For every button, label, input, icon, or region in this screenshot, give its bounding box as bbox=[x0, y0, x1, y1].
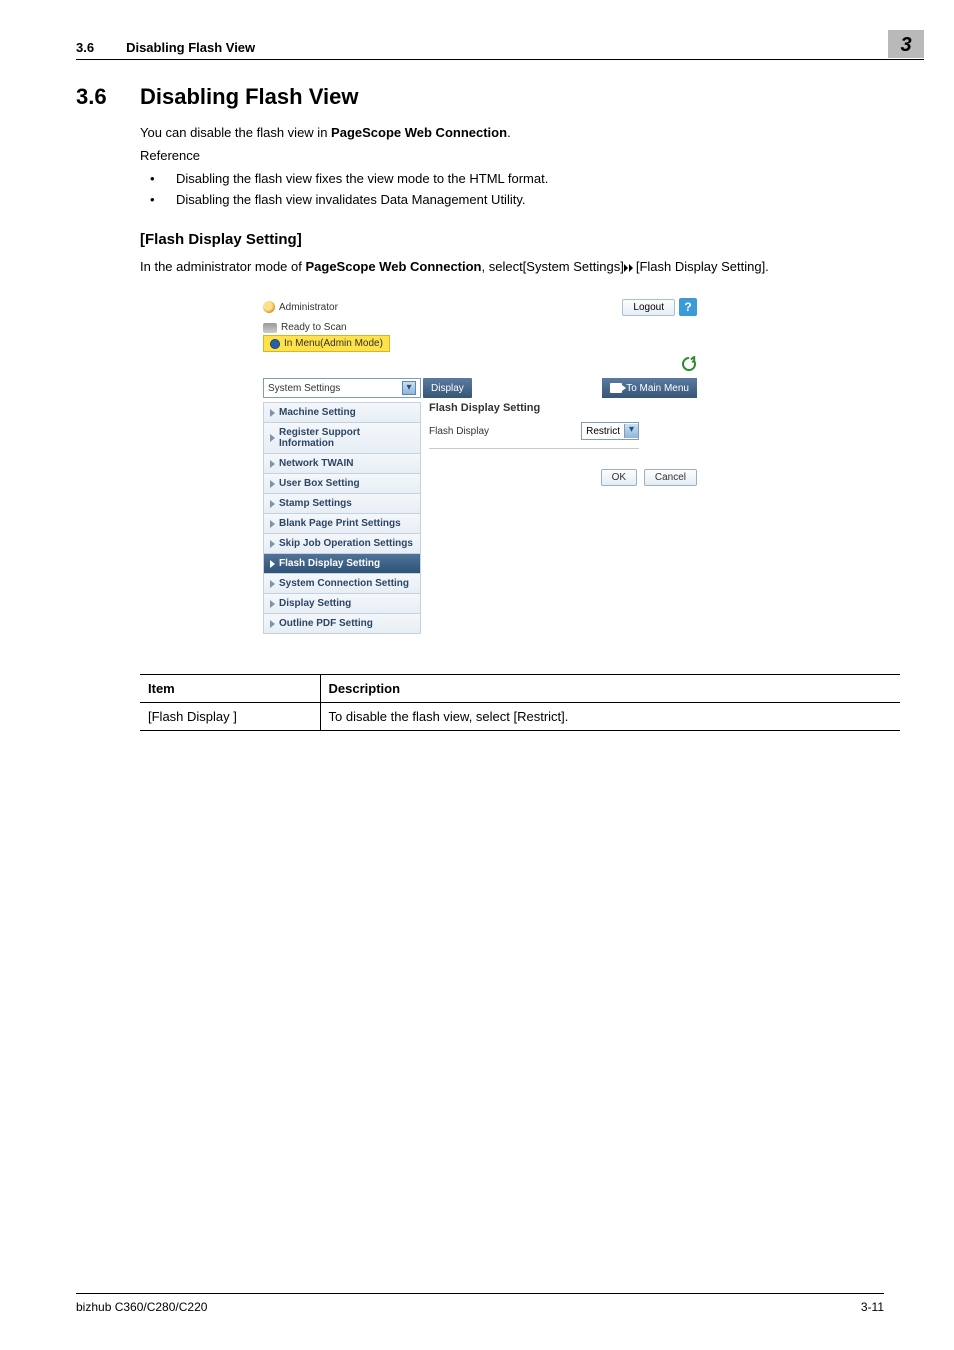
display-button[interactable]: Display bbox=[423, 378, 472, 398]
sidebar-item-label: Skip Job Operation Settings bbox=[279, 538, 413, 549]
sidebar-item-label: Machine Setting bbox=[279, 407, 356, 418]
triangle-icon bbox=[270, 580, 275, 588]
triangle-icon bbox=[270, 500, 275, 508]
subtext-bold: PageScope Web Connection bbox=[305, 259, 481, 274]
sidebar-item-label: Blank Page Print Settings bbox=[279, 518, 401, 529]
chevron-down-icon: ▾ bbox=[402, 381, 416, 395]
footer-model: bizhub C360/C280/C220 bbox=[76, 1300, 207, 1314]
table-header-item: Item bbox=[140, 675, 320, 703]
sidebar-item-network-twain[interactable]: Network TWAIN bbox=[263, 453, 421, 473]
chevron-down-icon: ▾ bbox=[624, 424, 638, 438]
sidebar-item-display[interactable]: Display Setting bbox=[263, 593, 421, 613]
triangle-icon bbox=[270, 409, 275, 417]
triangle-icon bbox=[270, 600, 275, 608]
to-main-menu-button[interactable]: To Main Menu bbox=[602, 378, 697, 398]
table-row: [Flash Display ] To disable the flash vi… bbox=[140, 703, 900, 731]
subtext-mid: , select[System Settings] bbox=[482, 259, 624, 274]
table-header-description: Description bbox=[320, 675, 900, 703]
panel-title: Flash Display Setting bbox=[429, 402, 697, 414]
section-title: Disabling Flash View bbox=[140, 84, 358, 110]
sidebar-item-label: User Box Setting bbox=[279, 478, 360, 489]
in-menu-icon bbox=[270, 339, 280, 349]
sidebar-item-skip-job[interactable]: Skip Job Operation Settings bbox=[263, 533, 421, 553]
flash-display-select-value: Restrict bbox=[582, 426, 624, 437]
cancel-button[interactable]: Cancel bbox=[644, 469, 697, 486]
sidebar-item-stamp[interactable]: Stamp Settings bbox=[263, 493, 421, 513]
triangle-icon bbox=[270, 460, 275, 468]
running-header: 3.6 Disabling Flash View bbox=[76, 40, 924, 60]
subtext-post: [Flash Display Setting]. bbox=[636, 259, 769, 274]
triangle-icon bbox=[270, 620, 275, 628]
reference-label: Reference bbox=[140, 147, 884, 166]
subsection-heading: [Flash Display Setting] bbox=[140, 231, 884, 248]
sidebar-item-label: Network TWAIN bbox=[279, 458, 353, 469]
sidebar-item-blank-page[interactable]: Blank Page Print Settings bbox=[263, 513, 421, 533]
in-menu-text: In Menu(Admin Mode) bbox=[284, 338, 383, 349]
triangle-icon bbox=[270, 560, 275, 568]
category-select[interactable]: System Settings ▾ bbox=[263, 378, 421, 398]
section-number: 3.6 bbox=[76, 84, 140, 110]
bullet-1: Disabling the flash view fixes the view … bbox=[140, 170, 884, 189]
footer-page-number: 3-11 bbox=[861, 1300, 884, 1314]
section-heading: 3.6 Disabling Flash View bbox=[76, 84, 884, 110]
refresh-button[interactable] bbox=[681, 356, 697, 372]
intro-pre: You can disable the flash view in bbox=[140, 125, 331, 140]
to-main-menu-label: To Main Menu bbox=[626, 383, 689, 394]
table-cell-description: To disable the flash view, select [Restr… bbox=[320, 703, 900, 731]
sidebar-item-label: Register Support Information bbox=[279, 427, 414, 449]
sidebar-item-label: System Connection Setting bbox=[279, 578, 409, 589]
sidebar-item-system-connection[interactable]: System Connection Setting bbox=[263, 573, 421, 593]
printer-icon bbox=[263, 323, 277, 333]
sidebar-item-flash-display[interactable]: Flash Display Setting bbox=[263, 553, 421, 573]
ready-to-scan-label: Ready to Scan bbox=[281, 322, 347, 333]
main-panel: Flash Display Setting Flash Display Rest… bbox=[429, 402, 697, 634]
sidebar-item-machine-setting[interactable]: Machine Setting bbox=[263, 402, 421, 422]
header-section-title: Disabling Flash View bbox=[126, 40, 255, 55]
admin-icon bbox=[263, 301, 275, 313]
to-main-menu-icon bbox=[610, 383, 622, 393]
subsection-text: In the administrator mode of PageScope W… bbox=[140, 258, 884, 278]
ok-button[interactable]: OK bbox=[601, 469, 637, 486]
embedded-screenshot: Administrator Logout ? Ready to Scan In … bbox=[255, 294, 705, 646]
sidebar-item-label: Outline PDF Setting bbox=[279, 618, 373, 629]
intro-line: You can disable the flash view in PageSc… bbox=[140, 124, 884, 143]
intro-post: . bbox=[507, 125, 511, 140]
subtext-pre: In the administrator mode of bbox=[140, 259, 305, 274]
sidebar-item-label: Flash Display Setting bbox=[279, 558, 380, 569]
in-menu-badge: In Menu(Admin Mode) bbox=[263, 335, 390, 352]
flash-display-label: Flash Display bbox=[429, 426, 489, 437]
sidebar-item-outline-pdf[interactable]: Outline PDF Setting bbox=[263, 613, 421, 634]
sidebar-item-register-support[interactable]: Register Support Information bbox=[263, 422, 421, 453]
table-cell-item: [Flash Display ] bbox=[140, 703, 320, 731]
admin-label: Administrator bbox=[279, 302, 338, 313]
bullet-2: Disabling the flash view invalidates Dat… bbox=[140, 191, 884, 210]
description-table: Item Description [Flash Display ] To dis… bbox=[140, 674, 900, 731]
triangle-icon bbox=[270, 434, 275, 442]
sidebar-item-label: Display Setting bbox=[279, 598, 351, 609]
intro-bold: PageScope Web Connection bbox=[331, 125, 507, 140]
arrow-icon bbox=[624, 259, 636, 278]
sidebar-item-user-box[interactable]: User Box Setting bbox=[263, 473, 421, 493]
header-section-number: 3.6 bbox=[76, 40, 94, 55]
category-select-value: System Settings bbox=[268, 383, 340, 394]
reference-bullets: Disabling the flash view fixes the view … bbox=[140, 170, 884, 210]
logout-button[interactable]: Logout bbox=[622, 299, 675, 316]
triangle-icon bbox=[270, 480, 275, 488]
triangle-icon bbox=[270, 540, 275, 548]
triangle-icon bbox=[270, 520, 275, 528]
flash-display-select[interactable]: Restrict ▾ bbox=[581, 422, 639, 440]
sidebar-item-label: Stamp Settings bbox=[279, 498, 352, 509]
help-button[interactable]: ? bbox=[679, 298, 697, 316]
sidebar: Machine Setting Register Support Informa… bbox=[263, 402, 421, 634]
page-footer: bizhub C360/C280/C220 3-11 bbox=[76, 1293, 884, 1314]
